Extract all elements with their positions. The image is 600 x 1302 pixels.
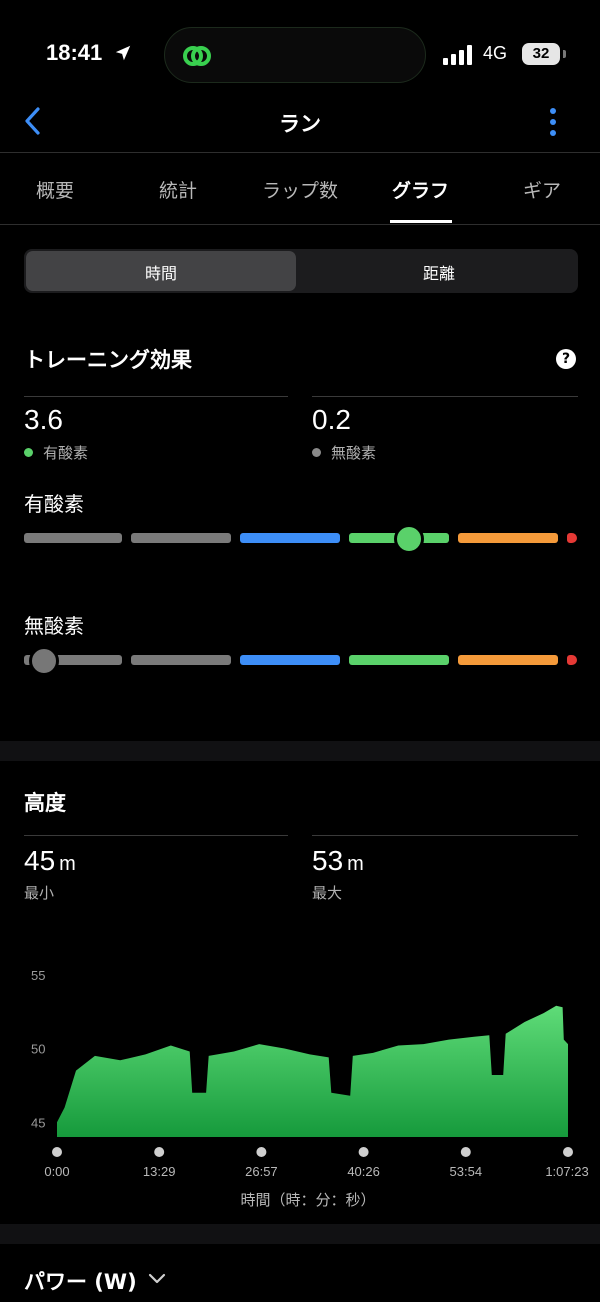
page-title: ラン [279, 112, 321, 136]
aerobic-level-marker [394, 524, 424, 554]
time-distance-toggle: 時間 距離 [24, 249, 578, 293]
tab-stats[interactable]: 統計 [159, 176, 197, 203]
aerobic-legend: 有酸素 [24, 442, 88, 463]
help-icon[interactable]: ? [556, 349, 576, 369]
elevation-area [57, 1005, 568, 1137]
aerobic-value: 3.6 [24, 404, 63, 435]
scale-segment-grey-2 [131, 533, 231, 543]
segment-time[interactable]: 時間 [26, 260, 296, 284]
scale-segment-orange [458, 533, 558, 543]
x-tick-dot [256, 1147, 267, 1157]
elevation-min-label: 最小 [24, 884, 55, 902]
navigation-bar: ラン [0, 100, 600, 152]
anaerobic-value: 0.2 [312, 404, 351, 435]
location-arrow-icon [115, 45, 131, 61]
battery-icon: 32 [522, 43, 560, 65]
aerobic-scale [22, 524, 580, 554]
x-tick-label: 53:54 [450, 1164, 483, 1179]
battery-tip [563, 50, 566, 58]
tab-laps[interactable]: ラップ数 [262, 176, 338, 203]
scale-segment-grey-1 [24, 533, 122, 543]
y-tick-label: 55 [31, 968, 45, 983]
x-tick-dot [460, 1147, 471, 1157]
aerobic-legend-label: 有酸素 [43, 444, 89, 462]
y-tick-label: 45 [31, 1115, 45, 1130]
divider [312, 396, 578, 397]
x-tick-label: 0:00 [44, 1164, 69, 1179]
divider [0, 152, 600, 153]
section-separator [0, 741, 600, 761]
divider [0, 224, 600, 225]
tab-bar: 概要 統計 ラップ数 グラフ ギア [0, 156, 600, 224]
section-separator [0, 1224, 600, 1244]
x-tick-label: 13:29 [143, 1164, 176, 1179]
tab-gear[interactable]: ギア [523, 176, 561, 203]
x-tick-dot [358, 1147, 369, 1157]
anaerobic-legend-label: 無酸素 [331, 444, 377, 462]
connect-app-icon [183, 46, 211, 66]
scale-segment-red [567, 655, 577, 665]
divider [312, 835, 578, 836]
anaerobic-scale [22, 646, 580, 676]
elevation-min-value: 45 m [24, 845, 76, 877]
x-tick-label: 40:26 [347, 1164, 380, 1179]
elevation-title: 高度 [24, 791, 66, 815]
tab-graph[interactable]: グラフ [392, 176, 449, 203]
x-tick-label: 1:07:23 [545, 1164, 588, 1179]
status-bar: 18:41 4G 32 [0, 0, 600, 100]
segment-distance[interactable]: 距離 [304, 260, 574, 284]
divider [24, 396, 288, 397]
elevation-max-label: 最大 [312, 884, 343, 902]
scale-segment-blue [240, 533, 340, 543]
status-time: 18:41 [46, 40, 103, 65]
x-axis-title: 時間（時：分：秒） [240, 1191, 376, 1209]
aerobic-bar-label: 有酸素 [24, 492, 84, 516]
x-tick-dot [52, 1147, 62, 1157]
elevation-max-value: 53 m [312, 845, 364, 877]
scale-segment-blue [240, 655, 340, 665]
elevation-max-number: 53 [312, 845, 344, 876]
scale-segment-grey-2 [131, 655, 231, 665]
scale-segment-green [349, 655, 449, 665]
network-type: 4G [483, 43, 508, 63]
anaerobic-dot-icon [312, 448, 321, 457]
anaerobic-legend: 無酸素 [312, 442, 376, 463]
scale-segment-red [567, 533, 577, 543]
cellular-signal-icon [443, 45, 472, 65]
anaerobic-bar-label: 無酸素 [24, 614, 84, 638]
active-tab-indicator [390, 220, 452, 223]
aerobic-dot-icon [24, 448, 33, 457]
elevation-chart[interactable]: 55 50 45 0:00 13:29 26:57 40:26 53:54 1:07:23 [0, 960, 600, 1180]
chevron-down-icon[interactable] [148, 1272, 166, 1286]
elevation-max-unit: m [347, 853, 364, 875]
elevation-min-number: 45 [24, 845, 56, 876]
x-tick-dot [154, 1147, 165, 1157]
x-tick-dot [563, 1147, 573, 1157]
x-tick-label: 26:57 [245, 1164, 278, 1179]
anaerobic-level-marker [29, 646, 59, 676]
elevation-min-unit: m [59, 853, 76, 875]
power-section-title[interactable]: パワー (W) [24, 1266, 137, 1296]
training-effect-title: トレーニング効果 [24, 348, 192, 372]
divider [24, 835, 288, 836]
dynamic-island[interactable] [164, 27, 426, 83]
scale-segment-orange [458, 655, 558, 665]
more-options-icon[interactable] [546, 106, 560, 138]
y-tick-label: 50 [31, 1042, 45, 1057]
tab-overview[interactable]: 概要 [36, 176, 74, 203]
